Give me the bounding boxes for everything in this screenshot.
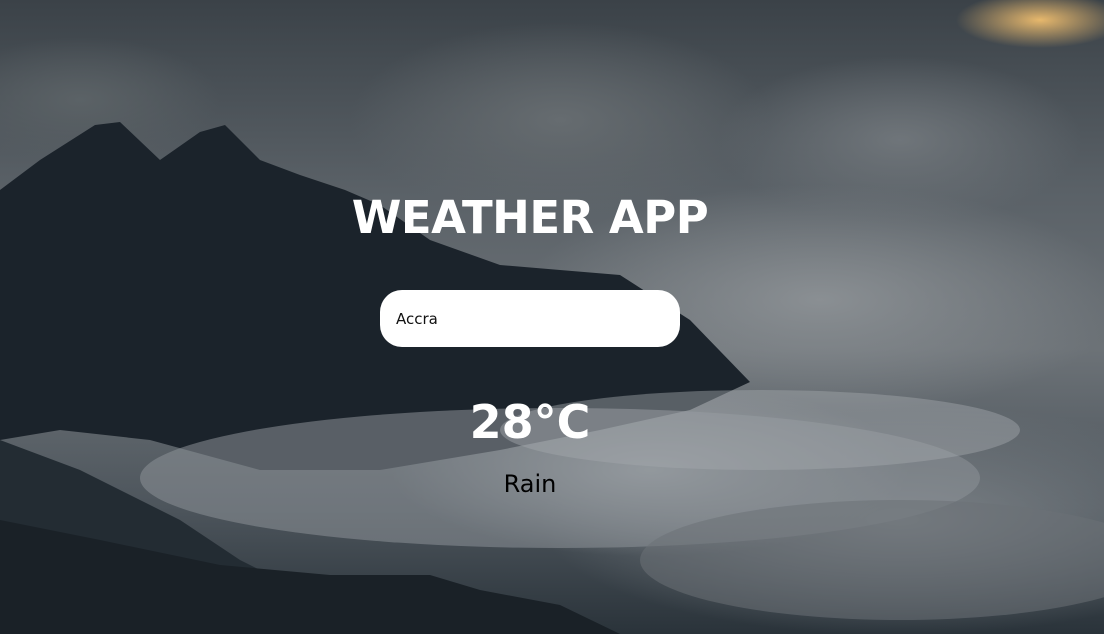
- weather-app: WEATHER APP 28°C Rain: [0, 0, 1104, 634]
- weather-condition: Rain: [503, 470, 557, 498]
- city-search-input[interactable]: [396, 309, 664, 328]
- temperature-value: 28°C: [469, 395, 591, 449]
- search-box[interactable]: [380, 290, 680, 347]
- app-title: WEATHER APP: [351, 191, 709, 244]
